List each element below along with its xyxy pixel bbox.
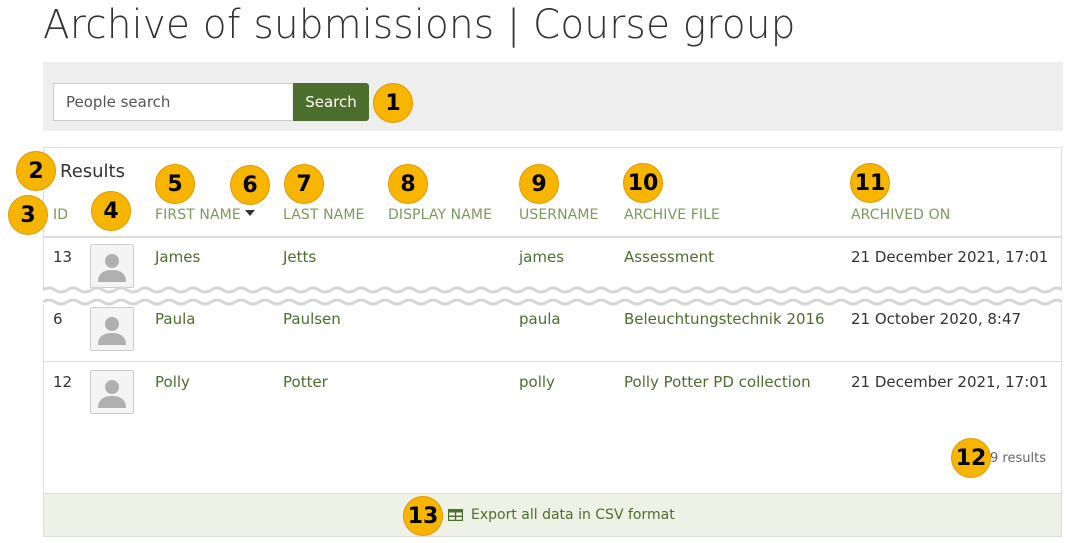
cell-username[interactable]: james bbox=[519, 248, 564, 266]
cell-last-name[interactable]: Jetts bbox=[283, 248, 316, 266]
column-header-first-name[interactable]: First name bbox=[155, 207, 255, 223]
cell-last-name[interactable]: Paulsen bbox=[283, 310, 341, 328]
default-user-avatar-icon bbox=[91, 245, 133, 287]
cell-username[interactable]: paula bbox=[519, 310, 561, 328]
header-divider bbox=[44, 236, 1061, 238]
cell-username[interactable]: polly bbox=[519, 373, 555, 391]
results-heading: Results bbox=[60, 161, 125, 182]
search-bar: Search bbox=[43, 62, 1063, 131]
cell-archived-on: 21 October 2020, 8:47 bbox=[851, 310, 1022, 328]
export-csv-link[interactable]: Export all data in CSV format bbox=[448, 507, 675, 523]
callout-badge: 9 bbox=[519, 164, 559, 204]
page-title: Archive of submissions | Course group bbox=[43, 2, 796, 48]
callout-badge: 6 bbox=[230, 165, 270, 205]
export-bar: Export all data in CSV format bbox=[44, 493, 1061, 536]
row-divider bbox=[44, 361, 1061, 362]
callout-badge: 11 bbox=[850, 163, 890, 203]
column-header-last-name[interactable]: Last name bbox=[283, 207, 364, 223]
callout-badge: 7 bbox=[284, 164, 324, 204]
callout-badge: 13 bbox=[403, 496, 443, 536]
cell-archived-on: 21 December 2021, 17:01 bbox=[851, 248, 1049, 266]
column-header-archived-on[interactable]: Archived on bbox=[851, 207, 950, 223]
export-csv-label: Export all data in CSV format bbox=[471, 507, 675, 523]
column-header-id[interactable]: ID bbox=[53, 207, 68, 223]
results-count: 9 results bbox=[990, 451, 1046, 466]
cell-id: 13 bbox=[53, 248, 73, 266]
callout-badge: 2 bbox=[16, 151, 56, 191]
table-icon bbox=[448, 509, 463, 521]
cell-archive-file[interactable]: Assessment bbox=[624, 248, 714, 266]
cell-id: 12 bbox=[53, 373, 73, 391]
default-user-avatar-icon bbox=[91, 371, 133, 413]
column-header-username[interactable]: Username bbox=[519, 207, 598, 223]
cell-first-name[interactable]: James bbox=[155, 248, 200, 266]
callout-badge: 1 bbox=[373, 83, 413, 123]
default-user-avatar-icon bbox=[91, 308, 133, 350]
callout-badge: 5 bbox=[155, 164, 195, 204]
search-button[interactable]: Search bbox=[293, 83, 369, 121]
rows-omitted-break bbox=[43, 286, 1062, 306]
column-header-display-name[interactable]: Display name bbox=[388, 207, 492, 223]
cell-archived-on: 21 December 2021, 17:01 bbox=[851, 373, 1049, 391]
callout-badge: 12 bbox=[951, 438, 991, 478]
callout-badge: 4 bbox=[91, 191, 131, 231]
column-header-archive-file[interactable]: Archive file bbox=[624, 207, 720, 223]
callout-badge: 8 bbox=[388, 164, 428, 204]
caret-down-icon bbox=[244, 210, 255, 216]
cell-first-name[interactable]: Polly bbox=[155, 373, 190, 391]
cell-last-name[interactable]: Potter bbox=[283, 373, 328, 391]
cell-archive-file[interactable]: Beleuchtungstechnik 2016 bbox=[624, 310, 825, 328]
callout-badge: 3 bbox=[8, 195, 48, 235]
cell-id: 6 bbox=[53, 310, 63, 328]
results-panel: Results ID First name Last name Display … bbox=[43, 147, 1062, 537]
column-header-first-name-label: First name bbox=[155, 207, 241, 223]
cell-archive-file[interactable]: Polly Potter PD collection bbox=[624, 373, 811, 391]
user-avatar[interactable] bbox=[90, 307, 134, 351]
user-avatar[interactable] bbox=[90, 370, 134, 414]
people-search-input[interactable] bbox=[53, 83, 292, 121]
callout-badge: 10 bbox=[623, 163, 663, 203]
cell-first-name[interactable]: Paula bbox=[155, 310, 195, 328]
user-avatar[interactable] bbox=[90, 244, 134, 288]
